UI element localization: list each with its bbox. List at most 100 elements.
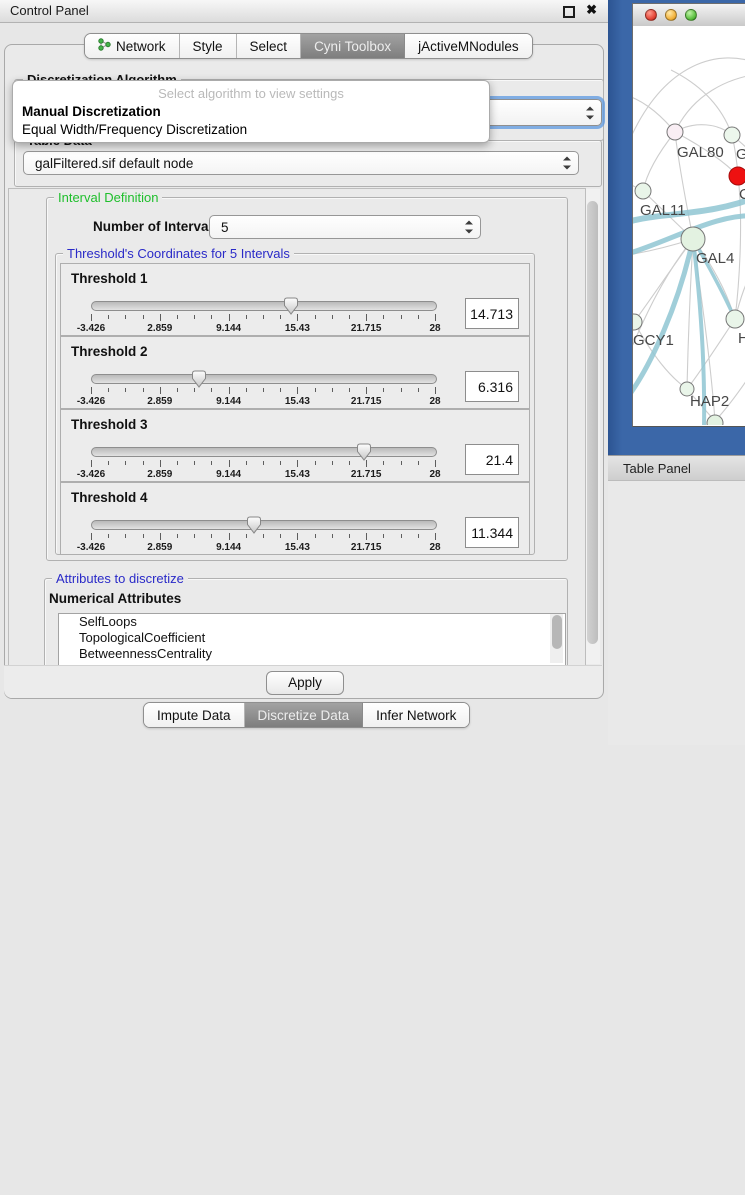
threshold-label: Threshold 1 <box>71 271 148 286</box>
num-intervals-value: 5 <box>221 220 229 235</box>
threshold-panel-2: Threshold 2 -3.4262.8599.14415.4321.71528… <box>60 336 530 409</box>
node-label: GCY1 <box>633 332 674 349</box>
network-icon <box>98 38 111 54</box>
tab-label: Network <box>116 39 166 54</box>
zoom-traffic-light-icon[interactable] <box>685 9 697 21</box>
thresholds-group-title: Threshold's Coordinates for 5 Intervals <box>63 246 294 261</box>
popup-option-equal-width[interactable]: Equal Width/Frequency Discretization <box>22 122 247 137</box>
table-panel-bar: Table Panel <box>608 455 745 481</box>
numerical-attributes-list[interactable]: SelfLoopsTopologicalCoefficientBetweenne… <box>58 613 566 666</box>
numerical-attributes-label: Numerical Attributes <box>49 591 181 606</box>
network-node-ga[interactable] <box>724 127 740 143</box>
tab-jactivemnodules[interactable]: jActiveMNodules <box>405 34 532 58</box>
slider-ticks <box>91 460 435 468</box>
threshold-panel-1: Threshold 1 -3.4262.8599.14415.4321.71528… <box>60 263 530 336</box>
threshold-label: Threshold 3 <box>71 417 148 432</box>
panel-title: Control Panel <box>10 3 89 18</box>
tab-infer-network[interactable]: Infer Network <box>363 703 469 727</box>
table-data-group: Table Data galFiltered.sif default node <box>14 140 602 187</box>
tab-style[interactable]: Style <box>180 34 237 58</box>
table-data-combo-value: galFiltered.sif default node <box>35 156 193 171</box>
network-window-titlebar <box>633 4 745 27</box>
slider-tick-labels: -3.4262.8599.14415.4321.71528 <box>91 396 435 408</box>
thresholds-group: Threshold's Coordinates for 5 Intervals … <box>55 253 535 555</box>
tab-cyni-toolbox[interactable]: Cyni Toolbox <box>301 34 405 58</box>
tab-select[interactable]: Select <box>237 34 302 58</box>
control-panel-titlebar: Control Panel ✖ <box>0 0 608 23</box>
node-label: GAL4 <box>696 250 734 267</box>
network-canvas[interactable]: GAL80 GA C GAL11 GAL4 GCY1 H HAP2 <box>633 26 745 425</box>
attribute-item[interactable]: BetweennessCentrality <box>59 646 565 662</box>
node-label: GAL80 <box>677 144 724 161</box>
bottom-tab-bar: Impute Data Discretize Data Infer Network <box>143 702 470 728</box>
network-node-gal11[interactable] <box>635 183 651 199</box>
vertical-scrollbar[interactable] <box>586 189 600 664</box>
node-label: HAP2 <box>690 393 729 410</box>
threshold-slider[interactable] <box>91 447 437 457</box>
network-node[interactable] <box>707 415 723 425</box>
slider-ticks <box>91 387 435 395</box>
float-window-icon[interactable] <box>563 6 575 18</box>
network-node-gal4[interactable] <box>681 227 705 251</box>
node-label: H <box>738 330 745 347</box>
network-graph: GAL80 GA C GAL11 GAL4 GCY1 H HAP2 <box>633 26 745 425</box>
popup-option-manual[interactable]: Manual Discretization <box>22 104 161 119</box>
close-traffic-light-icon[interactable] <box>645 9 657 21</box>
threshold-value-field[interactable]: 11.344 <box>465 517 519 548</box>
popup-hint: Select algorithm to view settings <box>13 86 489 101</box>
network-node-h[interactable] <box>726 310 744 328</box>
slider-tick-labels: -3.4262.8599.14415.4321.71528 <box>91 323 435 335</box>
tab-label: Cyni Toolbox <box>314 39 391 54</box>
threshold-slider[interactable] <box>91 520 437 530</box>
slider-tick-labels: -3.4262.8599.14415.4321.71528 <box>91 469 435 481</box>
tab-label: jActiveMNodules <box>418 39 519 54</box>
threshold-panel-3: Threshold 3 -3.4262.8599.14415.4321.71528… <box>60 409 530 482</box>
combo-arrows-icon <box>465 221 473 234</box>
node-label: GAL11 <box>640 202 686 219</box>
list-scrollbar-thumb[interactable] <box>552 615 562 649</box>
num-intervals-combo[interactable]: 5 <box>209 215 481 239</box>
tab-label: Discretize Data <box>258 708 350 723</box>
attribute-item[interactable]: SelfLoops <box>59 614 565 630</box>
threshold-value-field[interactable]: 14.713 <box>465 298 519 329</box>
node-label: C <box>739 186 745 203</box>
slider-ticks <box>91 314 435 322</box>
tab-label: Select <box>250 39 288 54</box>
threshold-value-field[interactable]: 6.316 <box>465 371 519 402</box>
tab-label: Impute Data <box>157 708 231 723</box>
threshold-panel-4: Threshold 4 -3.4262.8599.14415.4321.71528… <box>60 482 530 555</box>
combo-arrows-icon <box>563 157 571 170</box>
list-scrollbar[interactable] <box>550 614 563 663</box>
threshold-slider[interactable] <box>91 374 437 384</box>
tab-label: Infer Network <box>376 708 456 723</box>
network-node-c[interactable] <box>729 167 745 185</box>
interval-definition-group: Interval Definition Number of Intervals … <box>46 197 568 561</box>
apply-bar: Apply <box>4 665 602 698</box>
top-tab-bar: Network Style Select Cyni Toolbox jActiveMNo… <box>84 33 533 59</box>
apply-button[interactable]: Apply <box>266 671 344 695</box>
tab-discretize-data[interactable]: Discretize Data <box>245 703 364 727</box>
table-panel-title: Table Panel <box>623 461 691 476</box>
threshold-label: Threshold 2 <box>71 344 148 359</box>
threshold-label: Threshold 4 <box>71 490 148 505</box>
network-view-window: GAL80 GA C GAL11 GAL4 GCY1 H HAP2 <box>632 3 745 427</box>
network-nodes: GAL80 GA C GAL11 GAL4 GCY1 H HAP2 <box>633 124 745 425</box>
algorithm-popup: Select algorithm to view settings Manual… <box>12 80 490 143</box>
node-label: GA <box>736 146 745 163</box>
tab-label: Style <box>193 39 223 54</box>
threshold-value-field[interactable]: 21.4 <box>465 444 519 475</box>
num-intervals-label: Number of Intervals <box>93 219 220 234</box>
attribute-item[interactable]: TopologicalCoefficient <box>59 630 565 646</box>
network-node-gal80[interactable] <box>667 124 683 140</box>
close-icon[interactable]: ✖ <box>586 2 597 18</box>
combo-arrows-icon <box>586 106 594 119</box>
threshold-slider[interactable] <box>91 301 437 311</box>
minimize-traffic-light-icon[interactable] <box>665 9 677 21</box>
table-data-combo[interactable]: galFiltered.sif default node <box>23 151 579 175</box>
tab-impute-data[interactable]: Impute Data <box>144 703 245 727</box>
slider-tick-labels: -3.4262.8599.14415.4321.71528 <box>91 542 435 554</box>
table-panel-area: ⚙ ☑ ☑ shared…na YDL19…YDL1YDR27…YDR2YBR0… <box>608 481 745 745</box>
scrollbar-thumb[interactable] <box>587 201 598 644</box>
attributes-group-title: Attributes to discretize <box>52 571 188 586</box>
tab-network[interactable]: Network <box>85 34 180 58</box>
